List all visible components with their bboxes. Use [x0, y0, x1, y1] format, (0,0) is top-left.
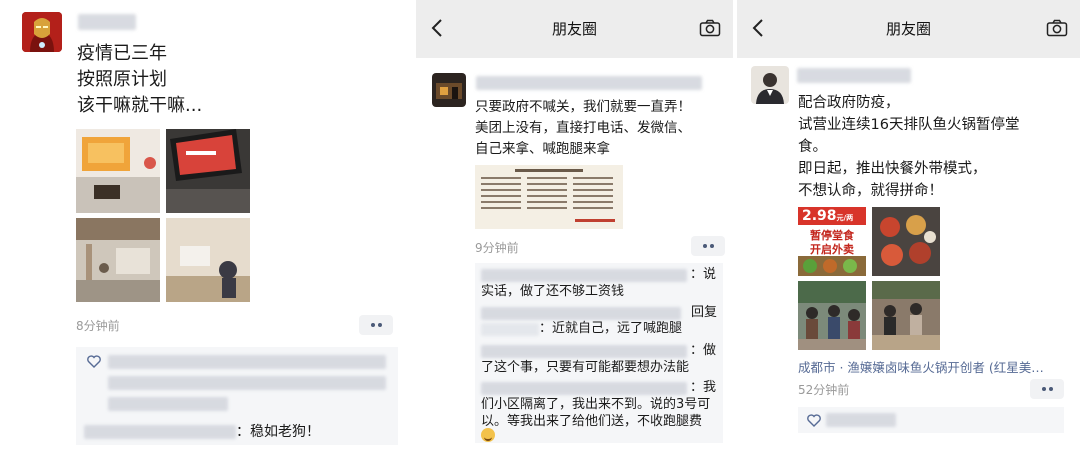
photo-4-image — [166, 218, 250, 302]
comment-text: 以。等我出来了给他们送，不收跑腿费 — [481, 414, 703, 429]
camera-icon[interactable] — [699, 19, 721, 37]
avatar[interactable] — [22, 12, 62, 52]
page-title: 朋友圈 — [885, 20, 931, 38]
post-line: 该干嘛就干嘛... — [77, 95, 203, 116]
photo-3[interactable] — [798, 281, 866, 350]
promo-price: 2.98元/两 — [802, 208, 854, 224]
photo-3-image — [76, 218, 160, 302]
commenter-name-blurred[interactable] — [481, 382, 687, 395]
comment-text: ：说 — [690, 267, 717, 282]
comment-text: ：近就自己，远了喊跑腿 — [539, 321, 683, 336]
location-link[interactable]: 成都市 · 渔嬢嬢卤味鱼火锅开创者 (红星美… — [798, 357, 1066, 376]
commenter-name-blurred[interactable] — [481, 269, 687, 282]
comment-text: ：做 — [690, 343, 717, 358]
post-line: 美团上没有，直接打电话、发微信、 — [475, 120, 691, 136]
photo-4[interactable] — [166, 218, 250, 302]
menu-photo[interactable] — [475, 165, 623, 229]
avatar[interactable] — [751, 66, 789, 104]
comment-text: 回复 — [691, 305, 718, 320]
photo-4[interactable] — [872, 281, 940, 350]
comment-text: 了这个事，只要有可能都要想办法能 — [481, 360, 690, 375]
post-time: 9分钟前 — [475, 241, 519, 255]
food-dishes-image — [798, 256, 866, 276]
comment-text: ：稳如老狗！ — [236, 424, 320, 440]
promo-line-2: 开启外卖 — [810, 243, 854, 256]
likes-list-blurred[interactable] — [826, 413, 896, 427]
iron-man-avatar-icon — [22, 12, 62, 52]
likes-list-blurred[interactable] — [108, 397, 228, 411]
moment-panel-2: 朋友圈 只要政府不喊关，我们就要一直弄！ 美团上没有，直接打电话、发微信、 自己… — [416, 0, 733, 451]
username-blurred[interactable] — [476, 76, 702, 90]
post-line: 不想认命，就得拼命！ — [798, 183, 943, 199]
likes-list-blurred[interactable] — [108, 376, 386, 390]
page-title: 朋友圈 — [551, 20, 597, 38]
avatar[interactable] — [432, 73, 466, 107]
grin-emoji-icon — [481, 428, 495, 442]
dining-crowd-image — [872, 281, 940, 350]
photo-3[interactable] — [76, 218, 160, 302]
more-dots-icon[interactable] — [1030, 379, 1064, 399]
likes-area — [798, 407, 1064, 433]
nav-bar: 朋友圈 — [416, 0, 733, 58]
heart-icon — [807, 414, 821, 427]
likes-list-blurred[interactable] — [108, 355, 386, 369]
person-avatar-icon — [751, 66, 789, 104]
post-line: 配合政府防疫， — [798, 95, 900, 111]
post-line: 食。 — [798, 139, 827, 155]
photo-2[interactable] — [872, 207, 940, 276]
promo-photo[interactable]: 2.98元/两 暂停堂食 开启外卖 — [798, 207, 866, 276]
camera-icon[interactable] — [1046, 19, 1068, 37]
heart-icon — [87, 355, 101, 368]
photo-1[interactable] — [76, 129, 160, 213]
post-line: 按照原计划 — [77, 69, 167, 90]
post-line: 只要政府不喊关，我们就要一直弄！ — [475, 99, 691, 115]
storefront-avatar-icon — [432, 73, 466, 107]
post-line: 即日起，推出快餐外带模式， — [798, 161, 987, 177]
more-dots-icon[interactable] — [691, 236, 725, 256]
hotpot-table-image — [872, 207, 940, 276]
menu-photo-image — [475, 165, 623, 229]
post-time: 52分钟前 — [798, 383, 850, 397]
username-blurred[interactable] — [797, 68, 911, 83]
moment-panel-1: 疫情已三年 按照原计划 该干嘛就干嘛... 8分钟前 ：稳如老狗！ — [0, 0, 410, 451]
nav-bar: 朋友圈 — [737, 0, 1080, 58]
post-line: 疫情已三年 — [77, 43, 167, 64]
username-blurred[interactable] — [78, 14, 136, 30]
commenter-name-blurred[interactable] — [84, 425, 236, 439]
photo-1-image — [76, 129, 160, 213]
post-time: 8分钟前 — [76, 319, 120, 333]
reply-to-name-blurred[interactable] — [481, 323, 539, 336]
crowd-street-image — [798, 281, 866, 350]
photo-2-image — [166, 129, 250, 213]
post-line: 自己来拿、喊跑腿来拿 — [475, 141, 610, 157]
post-line: 试营业连续16天排队鱼火锅暂停堂 — [798, 117, 1020, 133]
photo-2[interactable] — [166, 129, 250, 213]
comment-text: 实话，做了还不够工资钱 — [481, 284, 625, 299]
commenter-name-blurred[interactable] — [481, 345, 687, 358]
likes-comments-area: ：稳如老狗！ — [76, 347, 398, 445]
more-dots-icon[interactable] — [359, 315, 393, 335]
comments-area: ：说 实话，做了还不够工资钱 回复 ：近就自己，远了喊跑腿 ：做 了这个事，只要… — [475, 263, 723, 443]
moment-panel-3: 朋友圈 配合政府防疫， 试营业连续16天排队鱼火锅暂停堂 食。 即日起，推出快餐… — [737, 0, 1080, 451]
